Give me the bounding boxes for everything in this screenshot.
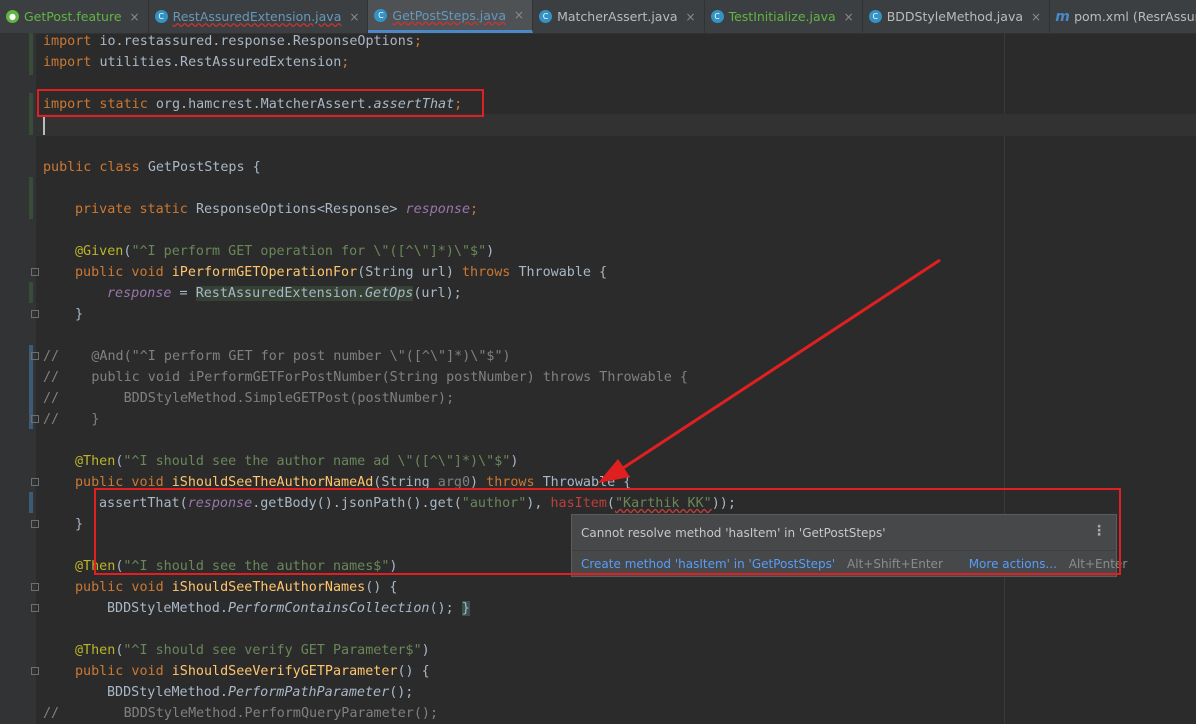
arrow-head (598, 459, 630, 483)
annotation-arrow (598, 258, 941, 483)
arrow-shaft (619, 258, 941, 472)
